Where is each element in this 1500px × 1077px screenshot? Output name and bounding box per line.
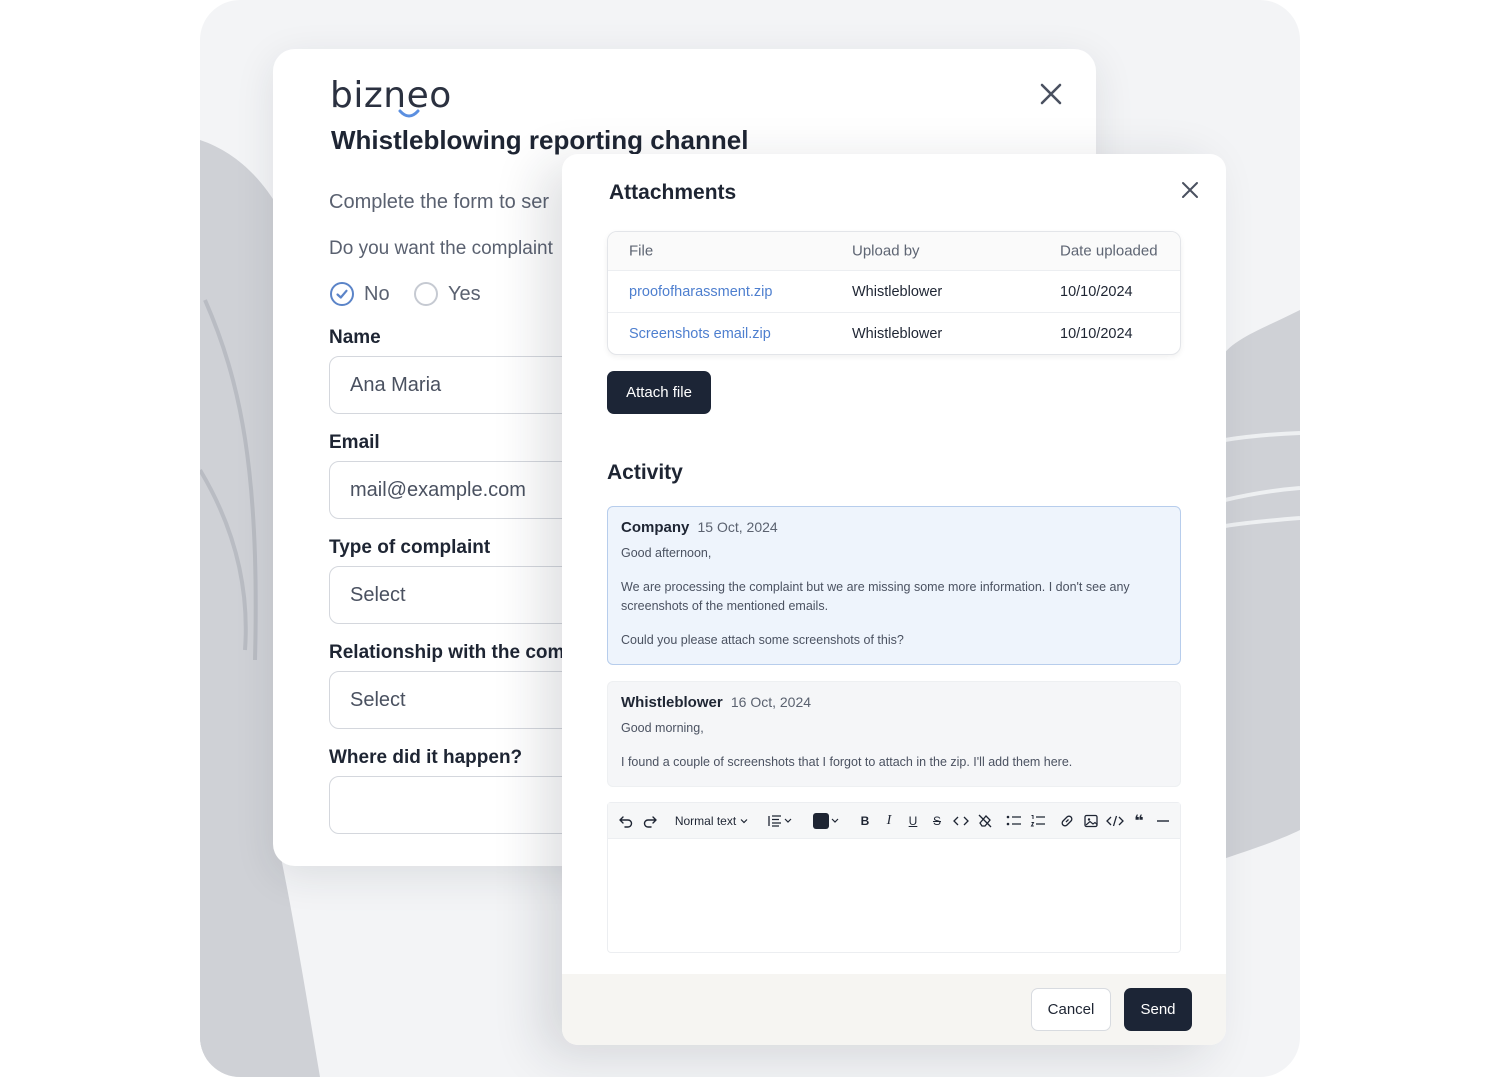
- strikethrough-icon[interactable]: S: [927, 811, 947, 831]
- column-header-upload-by: Upload by: [852, 242, 920, 260]
- radio-no[interactable]: No: [330, 282, 390, 306]
- redo-icon[interactable]: [640, 811, 660, 831]
- message-paragraph: Could you please attach some screenshots…: [621, 633, 904, 647]
- quote-icon[interactable]: ❝: [1129, 811, 1149, 831]
- column-header-date-uploaded: Date uploaded: [1060, 242, 1158, 260]
- reply-editor: Normal text B I U S ❝: [607, 802, 1181, 953]
- activity-title: Activity: [607, 461, 683, 484]
- attachments-modal: Attachments File Upload by Date uploaded…: [562, 154, 1226, 1045]
- logo-smile-mark: [398, 109, 420, 118]
- company-message: Company 15 Oct, 2024 Good afternoon, We …: [607, 506, 1181, 665]
- send-button[interactable]: Send: [1124, 988, 1192, 1031]
- editor-toolbar: Normal text B I U S ❝: [608, 803, 1180, 839]
- email-label: Email: [329, 432, 380, 453]
- attachments-title: Attachments: [609, 181, 737, 204]
- form-close-icon[interactable]: [1036, 79, 1066, 109]
- underline-icon[interactable]: U: [903, 811, 923, 831]
- file-link[interactable]: Screenshots email.zip: [629, 326, 771, 342]
- table-row: Screenshots email.zip Whistleblower 10/1…: [608, 313, 1180, 354]
- radio-yes[interactable]: Yes: [414, 282, 481, 306]
- message-paragraph: I found a couple of screenshots that I f…: [621, 755, 1073, 769]
- uploader-cell: Whistleblower: [852, 283, 943, 300]
- numbered-list-icon[interactable]: [1028, 811, 1048, 831]
- modal-close-icon[interactable]: [1178, 178, 1202, 202]
- link-icon[interactable]: [1057, 811, 1077, 831]
- text-style-label: Normal text: [674, 814, 737, 828]
- whistleblower-message: Whistleblower 16 Oct, 2024 Good morning,…: [607, 681, 1181, 787]
- date-cell: 10/10/2024: [1060, 326, 1133, 342]
- bizneo-logo: bizneo: [330, 75, 452, 116]
- image-icon[interactable]: [1081, 811, 1101, 831]
- italic-icon[interactable]: I: [879, 811, 899, 831]
- date-cell: 10/10/2024: [1060, 283, 1133, 300]
- code-block-icon[interactable]: [1105, 811, 1125, 831]
- name-label: Name: [329, 327, 381, 348]
- text-style-dropdown[interactable]: Normal text: [670, 811, 754, 831]
- text-color-icon[interactable]: [812, 811, 842, 831]
- modal-footer: Cancel Send: [562, 974, 1226, 1045]
- message-author: Company: [621, 519, 690, 536]
- relationship-label: Relationship with the comp: [329, 642, 577, 663]
- message-date: 15 Oct, 2024: [697, 519, 778, 535]
- uploader-cell: Whistleblower: [852, 326, 943, 342]
- cancel-button[interactable]: Cancel: [1031, 988, 1111, 1031]
- radio-checked-icon: [330, 282, 354, 306]
- message-paragraph: We are processing the complaint but we a…: [621, 580, 1130, 613]
- inline-code-icon[interactable]: [951, 811, 971, 831]
- message-date: 16 Oct, 2024: [730, 694, 812, 710]
- form-intro-text: Complete the form to ser: [329, 191, 550, 213]
- complaint-type-label: Type of complaint: [329, 537, 491, 558]
- location-label: Where did it happen?: [329, 747, 523, 768]
- horizontal-rule-icon[interactable]: [1153, 811, 1173, 831]
- message-header: Company 15 Oct, 2024: [621, 519, 1167, 536]
- anonymous-question: Do you want the complaint: [329, 238, 553, 259]
- clear-format-icon[interactable]: [975, 811, 995, 831]
- align-icon[interactable]: [766, 811, 796, 831]
- column-header-file: File: [629, 242, 654, 260]
- radio-unchecked-icon: [414, 282, 438, 306]
- undo-icon[interactable]: [616, 811, 636, 831]
- table-header-row: File Upload by Date uploaded: [608, 232, 1180, 271]
- attachments-table: File Upload by Date uploaded proofofhara…: [607, 231, 1181, 355]
- attach-file-button[interactable]: Attach file: [607, 371, 711, 414]
- file-link[interactable]: proofofharassment.zip: [629, 284, 772, 300]
- form-title: Whistleblowing reporting channel: [331, 125, 749, 155]
- bold-icon[interactable]: B: [855, 811, 875, 831]
- radio-no-label: No: [364, 282, 390, 305]
- bullet-list-icon[interactable]: [1004, 811, 1024, 831]
- message-paragraph: Good morning,: [621, 721, 704, 735]
- radio-yes-label: Yes: [448, 282, 481, 305]
- chevron-down-icon: [740, 819, 748, 824]
- message-paragraph: Good afternoon,: [621, 546, 712, 560]
- message-author: Whistleblower: [621, 694, 723, 711]
- table-row: proofofharassment.zip Whistleblower 10/1…: [608, 271, 1180, 313]
- editor-text-area[interactable]: [608, 839, 1180, 954]
- message-header: Whistleblower 16 Oct, 2024: [621, 694, 1167, 711]
